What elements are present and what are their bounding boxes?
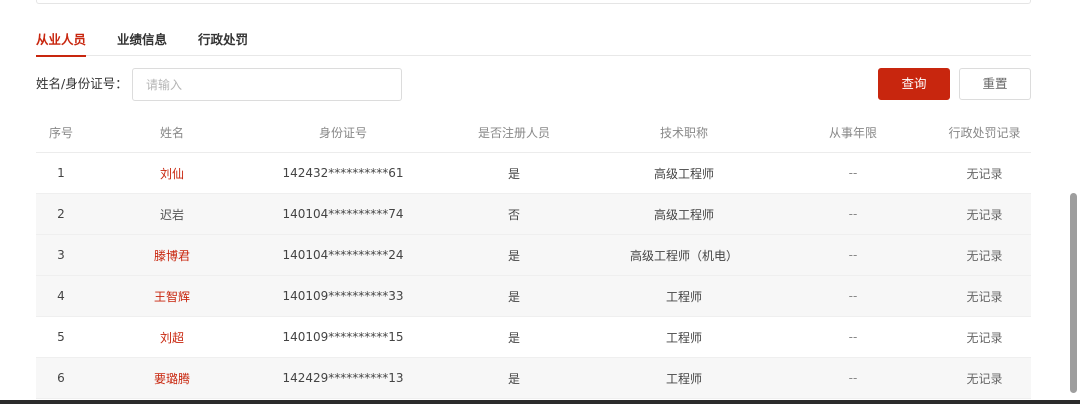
registered-status: 是 <box>428 275 600 317</box>
person-name-link[interactable]: 迟岩 <box>86 193 258 235</box>
table-row: 6 要璐腾 142429**********13 是 工程师 -- 无记录 <box>36 357 1031 399</box>
registered-status: 是 <box>428 316 600 358</box>
technical-title: 工程师 <box>600 357 768 399</box>
top-panel-border <box>36 0 1031 4</box>
registered-status: 是 <box>428 152 600 194</box>
table-row: 1 刘仙 142432**********61 是 高级工程师 -- 无记录 <box>36 152 1031 194</box>
technical-title: 工程师 <box>600 275 768 317</box>
person-name-link[interactable]: 滕博君 <box>86 234 258 276</box>
row-index: 4 <box>36 275 86 317</box>
years-of-practice: -- <box>768 275 938 317</box>
years-of-practice: -- <box>768 193 938 235</box>
technical-title: 工程师 <box>600 316 768 358</box>
person-name-link[interactable]: 刘仙 <box>86 152 258 194</box>
table-row: 4 王智辉 140109**********33 是 工程师 -- 无记录 <box>36 275 1031 317</box>
bottom-edge-bar <box>0 400 1080 404</box>
penalty-record: 无记录 <box>938 275 1031 317</box>
query-button[interactable]: 查询 <box>878 68 950 100</box>
penalty-record: 无记录 <box>938 357 1031 399</box>
header-id-number: 身份证号 <box>258 112 428 153</box>
tab-practitioners[interactable]: 从业人员 <box>36 24 87 57</box>
row-index: 5 <box>36 316 86 358</box>
search-input[interactable] <box>132 68 402 101</box>
tab-penalties[interactable]: 行政处罚 <box>198 24 248 56</box>
row-index: 3 <box>36 234 86 276</box>
technical-title: 高级工程师（机电） <box>600 234 768 276</box>
vertical-scrollbar[interactable] <box>1070 193 1077 393</box>
header-index: 序号 <box>36 112 86 153</box>
years-of-practice: -- <box>768 152 938 194</box>
personnel-table: 序号 姓名 身份证号 是否注册人员 技术职称 从事年限 行政处罚记录 1 刘仙 … <box>36 112 1031 399</box>
row-index: 6 <box>36 357 86 399</box>
id-number: 142432**********61 <box>258 152 428 194</box>
header-registered: 是否注册人员 <box>428 112 600 153</box>
table-row: 2 迟岩 140104**********74 否 高级工程师 -- 无记录 <box>36 193 1031 235</box>
header-name: 姓名 <box>86 112 258 153</box>
technical-title: 高级工程师 <box>600 152 768 194</box>
penalty-record: 无记录 <box>938 316 1031 358</box>
id-number: 142429**********13 <box>258 357 428 399</box>
years-of-practice: -- <box>768 316 938 358</box>
technical-title: 高级工程师 <box>600 193 768 235</box>
years-of-practice: -- <box>768 234 938 276</box>
registered-status: 是 <box>428 357 600 399</box>
person-name-link[interactable]: 要璐腾 <box>86 357 258 399</box>
registered-status: 是 <box>428 234 600 276</box>
header-years: 从事年限 <box>768 112 938 153</box>
tab-bar: 从业人员 业绩信息 行政处罚 <box>36 24 1031 57</box>
id-number: 140109**********33 <box>258 275 428 317</box>
table-header-row: 序号 姓名 身份证号 是否注册人员 技术职称 从事年限 行政处罚记录 <box>36 112 1031 153</box>
tab-performance[interactable]: 业绩信息 <box>117 24 167 56</box>
id-number: 140104**********74 <box>258 193 428 235</box>
table-row: 5 刘超 140109**********15 是 工程师 -- 无记录 <box>36 316 1031 358</box>
person-name-link[interactable]: 刘超 <box>86 316 258 358</box>
search-label: 姓名/身份证号： <box>36 76 128 91</box>
id-number: 140104**********24 <box>258 234 428 276</box>
table-row: 3 滕博君 140104**********24 是 高级工程师（机电） -- … <box>36 234 1031 276</box>
header-penalty-record: 行政处罚记录 <box>938 112 1031 153</box>
id-number: 140109**********15 <box>258 316 428 358</box>
penalty-record: 无记录 <box>938 193 1031 235</box>
reset-button[interactable]: 重置 <box>959 68 1031 100</box>
penalty-record: 无记录 <box>938 234 1031 276</box>
registered-status: 否 <box>428 193 600 235</box>
person-name-link[interactable]: 王智辉 <box>86 275 258 317</box>
row-index: 2 <box>36 193 86 235</box>
row-index: 1 <box>36 152 86 194</box>
penalty-record: 无记录 <box>938 152 1031 194</box>
header-title: 技术职称 <box>600 112 768 153</box>
years-of-practice: -- <box>768 357 938 399</box>
